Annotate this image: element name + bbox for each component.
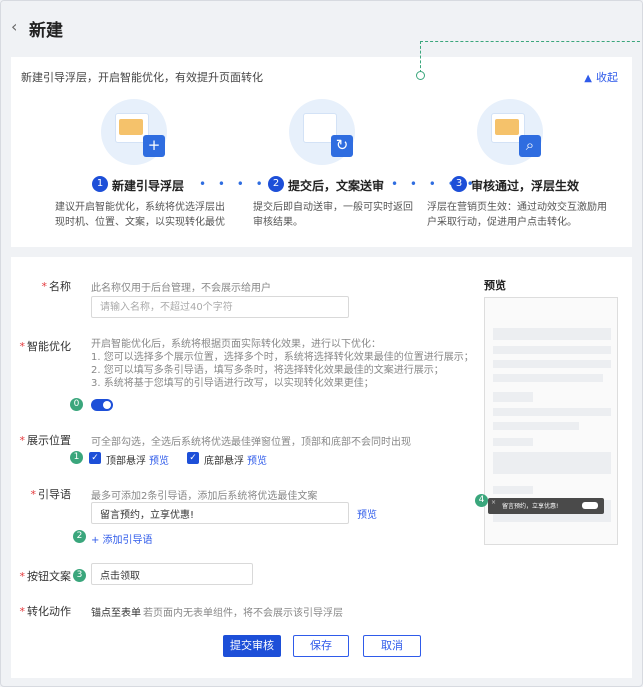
save-button[interactable]: 保存	[293, 635, 349, 657]
checkbox-bottom[interactable]: ✓	[187, 452, 199, 464]
step-2-number: 2	[268, 176, 284, 192]
action-hint: 若页面内无表单组件，将不会展示该引导浮层	[143, 608, 343, 619]
step-2-illustration: ↻	[289, 99, 355, 165]
checkbox-top[interactable]: ✓	[89, 452, 101, 464]
add-guide-button[interactable]: + 添加引导语	[91, 531, 153, 546]
step-1-number: 1	[92, 176, 108, 192]
name-input[interactable]	[91, 296, 349, 318]
plus-icon: +	[143, 135, 165, 157]
step-1-desc: 建议开启智能优化，系统将优选浮层出现时机、位置、文案，以实现转化最优	[55, 202, 225, 228]
step-3-illustration: ⌕	[477, 99, 543, 165]
step-3-desc: 浮层在营销页生效：通过动效交互激励用户采取行动，促进用户点击转化。	[427, 202, 607, 228]
preview-bottom-link[interactable]: 预览	[247, 452, 267, 467]
page-header: ‹ 新建	[1, 1, 642, 53]
annotation-badge-0: 0	[70, 398, 83, 411]
preview-toast-button	[582, 502, 598, 509]
intro-card: 新建引导浮层，开启智能优化，有效提升页面转化 ▲ 收起 + 1 新建引导浮层 建议…	[11, 57, 632, 247]
collapse-button[interactable]: ▲ 收起	[584, 69, 618, 85]
app-window: ‹ 新建 新建引导浮层，开启智能优化，有效提升页面转化 ▲ 收起 + 1 新建引导…	[0, 0, 643, 687]
form-card: *名称 此名称仅用于后台管理，不会展示给用户 *智能优化 开启智能优化后，系统将…	[11, 257, 632, 678]
annotation-badge-1: 1	[70, 451, 83, 464]
button-text-label: * 按钮文案	[19, 570, 72, 583]
smart-label: * 智能优化	[19, 340, 72, 353]
preview-title: 预览	[484, 279, 506, 292]
annotation-line	[420, 41, 421, 73]
preview-toast: × 留言预约，立享优惠!	[488, 498, 604, 514]
guide-preview-link[interactable]: 预览	[357, 506, 377, 521]
cancel-button[interactable]: 取消	[363, 635, 421, 657]
action-value: 锚点至表单	[91, 608, 141, 619]
step-1-title: 新建引导浮层	[112, 179, 185, 193]
chevron-left-icon[interactable]: ‹	[11, 19, 25, 35]
action-label: * 转化动作	[19, 605, 72, 618]
annotation-line	[420, 41, 642, 42]
name-hint: 此名称仅用于后台管理，不会展示给用户	[91, 283, 271, 294]
step-3-number: 3	[451, 176, 467, 192]
step-3-title: 审核通过，浮层生效	[471, 179, 580, 193]
close-icon: ×	[491, 499, 497, 506]
step-1-illustration: +	[101, 99, 167, 165]
chevron-up-icon: ▲	[584, 73, 592, 84]
collapse-label: 收起	[596, 71, 618, 84]
position-label: * 展示位置	[19, 434, 72, 447]
page-title: 新建	[29, 21, 63, 41]
step-2-desc: 提交后即自动送审，一般可实时返回审核结果。	[253, 202, 413, 228]
annotation-badge-2: 2	[73, 530, 86, 543]
annotation-badge-4: 4	[475, 494, 488, 507]
search-icon: ⌕	[519, 135, 541, 157]
refresh-icon: ↻	[331, 135, 353, 157]
intro-text: 新建引导浮层，开启智能优化，有效提升页面转化	[21, 71, 263, 84]
smart-toggle[interactable]	[91, 399, 113, 411]
preview-top-link[interactable]: 预览	[149, 452, 169, 467]
button-text-input[interactable]	[91, 563, 253, 585]
annotation-badge-3: 3	[73, 569, 86, 582]
annotation-marker	[416, 71, 425, 80]
step-2-title: 提交后，文案送审	[288, 179, 385, 193]
guide-hint: 最多可添加2条引导语，添加后系统将优选最佳文案	[91, 491, 318, 502]
preview-toast-text: 留言预约，立享优惠!	[502, 503, 559, 510]
submit-review-button[interactable]: 提交审核	[223, 635, 281, 657]
position-hint: 可全部勾选，全选后系统将优选最佳弹窗位置，顶部和底部不会同时出现	[91, 437, 411, 448]
guide-label: * 引导语	[30, 488, 72, 501]
guide-input[interactable]	[91, 502, 349, 524]
checkbox-top-label: 顶部悬浮	[106, 456, 146, 467]
name-label: * 名称	[41, 280, 72, 293]
checkbox-bottom-label: 底部悬浮	[204, 456, 244, 467]
smart-hint-list: 开启智能优化后，系统将根据页面实际转化效果，进行以下优化： 1. 您可以选择多个…	[91, 339, 474, 389]
